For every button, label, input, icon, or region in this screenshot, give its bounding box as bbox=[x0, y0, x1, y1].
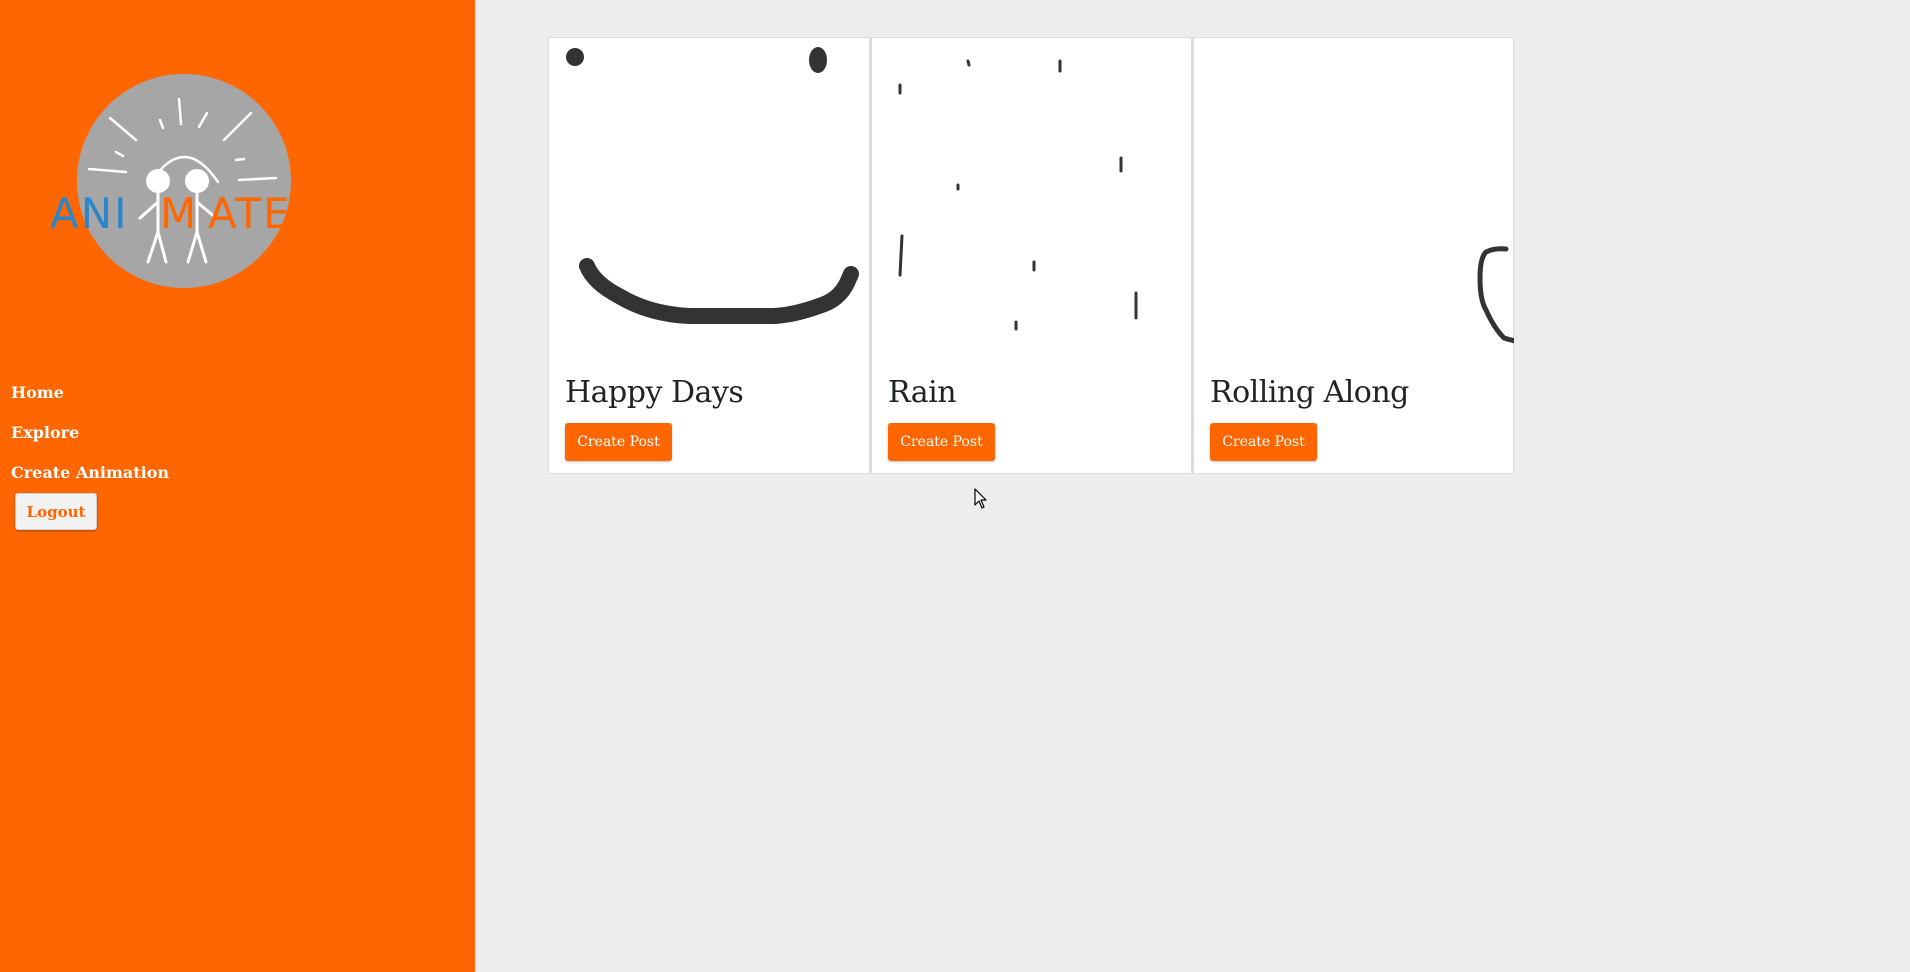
card-title: Rolling Along bbox=[1210, 375, 1409, 410]
animation-card: Rain Create Post bbox=[870, 37, 1192, 474]
logo-image: ANI M ATE bbox=[50, 74, 292, 288]
animation-preview-rain[interactable] bbox=[872, 38, 1192, 358]
animation-preview-happy-days[interactable] bbox=[549, 38, 869, 358]
create-post-button[interactable]: Create Post bbox=[565, 423, 672, 461]
mouse-pointer-icon bbox=[974, 488, 990, 510]
logout-button[interactable]: Logout bbox=[15, 493, 97, 530]
animation-card-list: Happy Days Create Post Rain Create Post bbox=[548, 37, 1514, 474]
card-title: Rain bbox=[888, 375, 957, 410]
drawing-canvas bbox=[1477, 246, 1514, 344]
drawing-canvas bbox=[898, 59, 1138, 331]
animation-preview-rolling-along[interactable] bbox=[1194, 38, 1514, 358]
animation-card: Happy Days Create Post bbox=[548, 37, 870, 474]
animate-logo[interactable]: ANI M ATE bbox=[48, 72, 296, 292]
nav-explore-link[interactable]: Explore bbox=[11, 419, 169, 459]
svg-text:ATE: ATE bbox=[208, 189, 292, 238]
sidebar: ANI M ATE Home Explore Create Animation … bbox=[0, 0, 475, 972]
card-title: Happy Days bbox=[565, 375, 744, 410]
svg-text:M: M bbox=[160, 189, 198, 238]
animation-card: Rolling Along Create Post bbox=[1192, 37, 1514, 474]
svg-text:ANI: ANI bbox=[50, 189, 129, 238]
nav-home-link[interactable]: Home bbox=[11, 379, 169, 419]
create-post-button[interactable]: Create Post bbox=[1210, 423, 1317, 461]
drawing-canvas bbox=[566, 47, 859, 324]
create-post-button[interactable]: Create Post bbox=[888, 423, 995, 461]
sidebar-nav: Home Explore Create Animation bbox=[11, 379, 169, 499]
